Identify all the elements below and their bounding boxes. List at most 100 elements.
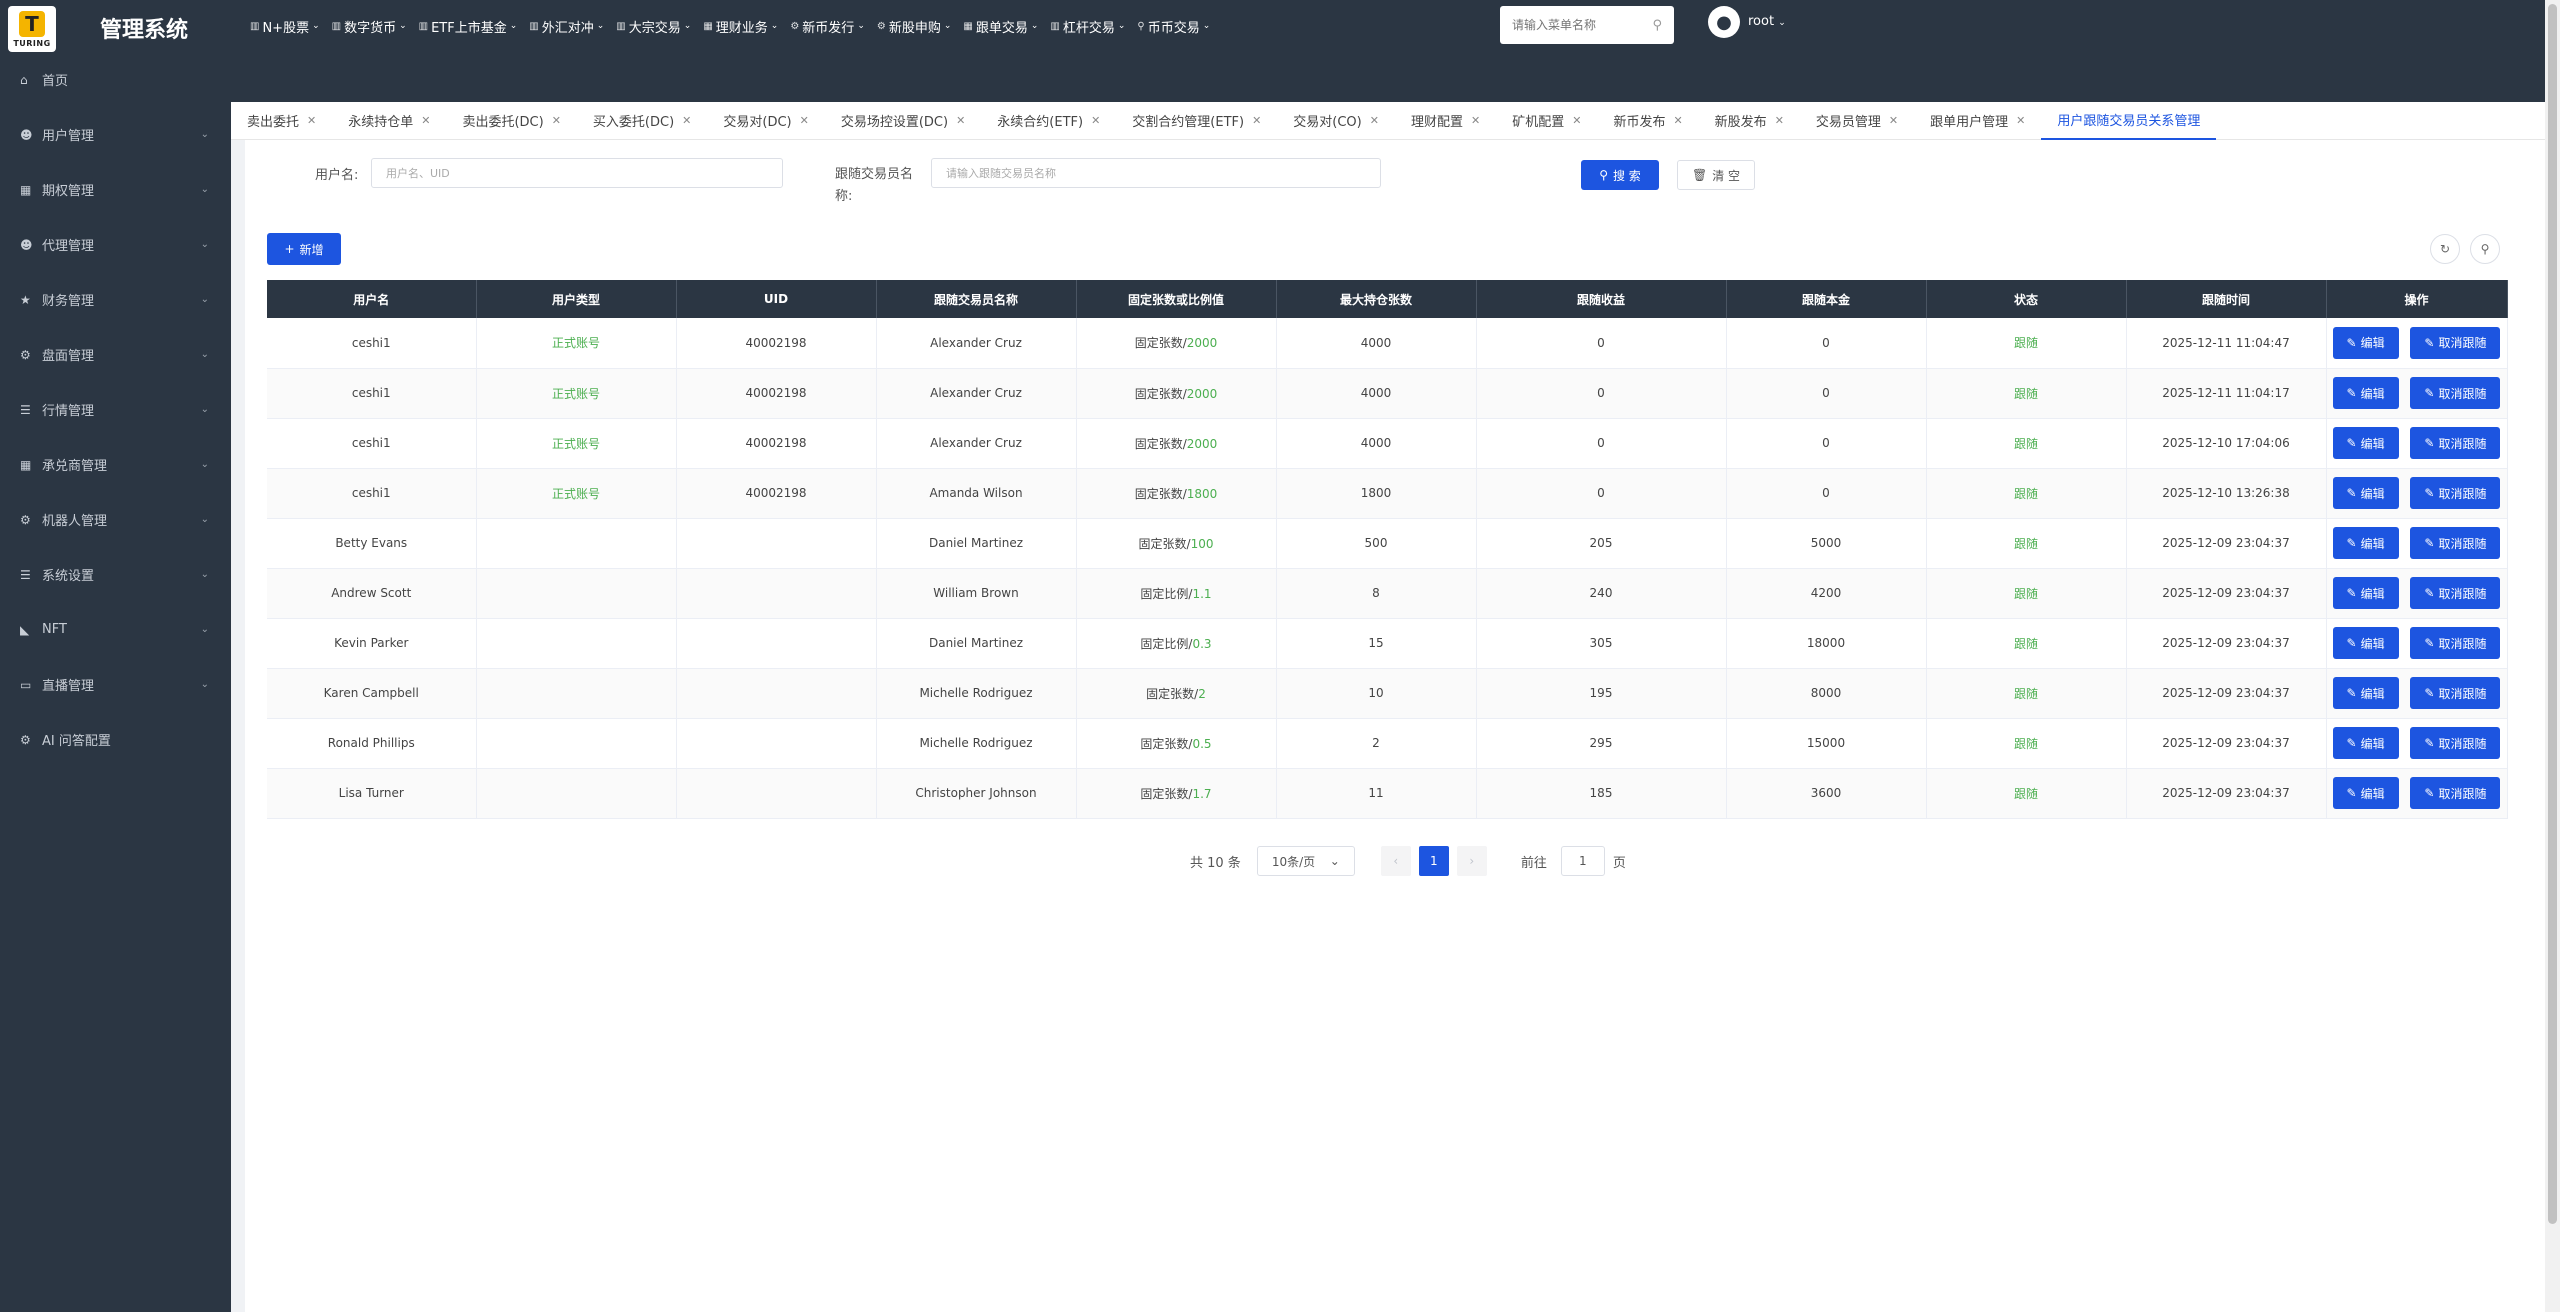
cell-profit: 305 — [1476, 618, 1727, 669]
refresh-button[interactable]: ↻ — [2430, 234, 2460, 264]
close-icon[interactable]: ✕ — [307, 114, 316, 127]
scrollbar-thumb[interactable] — [2548, 4, 2557, 1224]
close-icon[interactable]: ✕ — [1471, 114, 1480, 127]
topnav-item[interactable]: ▦ 跟单交易 ⌄ — [963, 14, 1050, 38]
close-icon[interactable]: ✕ — [800, 114, 809, 127]
next-page-button[interactable]: › — [1456, 846, 1487, 876]
close-icon[interactable]: ✕ — [1572, 114, 1581, 127]
tab[interactable]: 交割合约管理(ETF) ✕ — [1116, 102, 1277, 140]
tab[interactable]: 理财配置 ✕ — [1395, 102, 1496, 140]
cancel-follow-button[interactable]: ✎ 取消跟随 — [2410, 727, 2501, 759]
topnav-item[interactable]: ▥ 数字货币 ⌄ — [332, 14, 419, 38]
tab[interactable]: 交易对(DC) ✕ — [707, 102, 824, 140]
mode-label: 固定张数/ — [1140, 786, 1193, 801]
trader-filter-input[interactable]: 请输入跟随交易员名称 — [931, 158, 1381, 188]
edit-button[interactable]: ✎ 编辑 — [2332, 677, 2399, 709]
goto-page-input[interactable]: 1 — [1560, 846, 1605, 876]
prev-page-button[interactable]: ‹ — [1380, 846, 1411, 876]
sidebar-item[interactable]: ⚙ AI 问答配置 — [0, 712, 231, 767]
topnav-item[interactable]: ▥ 杠杆交易 ⌄ — [1050, 14, 1137, 38]
sidebar-item[interactable]: ☰ 系统设置 ⌄ — [0, 547, 231, 602]
chevron-down-icon: ⌄ — [509, 21, 518, 31]
edit-button[interactable]: ✎ 编辑 — [2332, 577, 2399, 609]
page-scrollbar[interactable] — [2545, 0, 2560, 1312]
cancel-follow-button[interactable]: ✎ 取消跟随 — [2410, 527, 2501, 559]
add-button[interactable]: + 新增 — [267, 233, 341, 265]
cancel-follow-button[interactable]: ✎ 取消跟随 — [2410, 777, 2501, 809]
search-button-label: 搜 索 — [1612, 168, 1641, 183]
topnav-item[interactable]: ▥ N+股票 ⌄ — [250, 14, 332, 38]
cancel-follow-button[interactable]: ✎ 取消跟随 — [2410, 577, 2501, 609]
cancel-follow-button[interactable]: ✎ 取消跟随 — [2410, 677, 2501, 709]
sidebar-item[interactable]: ▦ 期权管理 ⌄ — [0, 162, 231, 217]
menu-search-input[interactable] — [1512, 18, 1642, 32]
sidebar-item[interactable]: ▭ 直播管理 ⌄ — [0, 657, 231, 712]
topnav-item[interactable]: ▥ ETF上市基金 ⌄ — [419, 14, 530, 38]
cancel-follow-button[interactable]: ✎ 取消跟随 — [2410, 627, 2501, 659]
avatar[interactable]: ● — [1708, 6, 1740, 38]
edit-button[interactable]: ✎ 编辑 — [2332, 777, 2399, 809]
sidebar-item[interactable]: ☰ 行情管理 ⌄ — [0, 382, 231, 437]
close-icon[interactable]: ✕ — [421, 114, 430, 127]
menu-search[interactable]: ⚲ — [1500, 6, 1674, 44]
tab[interactable]: 矿机配置 ✕ — [1496, 102, 1597, 140]
tab[interactable]: 永续持仓单 ✕ — [332, 102, 446, 140]
tab[interactable]: 交易员管理 ✕ — [1800, 102, 1914, 140]
tab[interactable]: 卖出委托 ✕ — [231, 102, 332, 140]
cell-profit: 0 — [1476, 318, 1727, 369]
close-icon[interactable]: ✕ — [552, 114, 561, 127]
tab[interactable]: 永续合约(ETF) ✕ — [981, 102, 1116, 140]
tab[interactable]: 卖出委托(DC) ✕ — [446, 102, 576, 140]
sidebar-item[interactable]: ☻ 用户管理 ⌄ — [0, 107, 231, 162]
reset-button[interactable]: 🗑 清 空 — [1677, 160, 1755, 190]
edit-button[interactable]: ✎ 编辑 — [2332, 727, 2399, 759]
tab[interactable]: 新币发布 ✕ — [1597, 102, 1698, 140]
search-button[interactable]: ⚲ 搜 索 — [1581, 160, 1659, 190]
tab[interactable]: 跟单用户管理 ✕ — [1914, 102, 2041, 140]
tab[interactable]: 交易场控设置(DC) ✕ — [825, 102, 981, 140]
user-menu[interactable]: root ⌄ — [1748, 14, 1786, 29]
sidebar-item[interactable]: ▦ 承兑商管理 ⌄ — [0, 437, 231, 492]
sidebar-item[interactable]: ⌂ 首页 — [0, 52, 231, 107]
close-icon[interactable]: ✕ — [1889, 114, 1898, 127]
toggle-search-button[interactable]: ⚲ — [2470, 234, 2500, 264]
close-icon[interactable]: ✕ — [1370, 114, 1379, 127]
close-icon[interactable]: ✕ — [1091, 114, 1100, 127]
cancel-follow-button[interactable]: ✎ 取消跟随 — [2410, 326, 2501, 359]
topnav-item[interactable]: ▦ 理财业务 ⌄ — [703, 14, 790, 38]
page-number-current[interactable]: 1 — [1418, 846, 1449, 876]
topnav-item[interactable]: ⚲ 币币交易 ⌄ — [1137, 14, 1222, 38]
edit-button[interactable]: ✎ 编辑 — [2332, 477, 2399, 509]
sidebar-item[interactable]: ◣ NFT ⌄ — [0, 602, 231, 657]
page-size-select[interactable]: 10条/页 ⌄ — [1256, 846, 1355, 876]
topnav-item[interactable]: ▥ 外汇对冲 ⌄ — [529, 14, 616, 38]
sidebar-item[interactable]: ⚙ 机器人管理 ⌄ — [0, 492, 231, 547]
sidebar-item[interactable]: ★ 财务管理 ⌄ — [0, 272, 231, 327]
username-filter-input[interactable]: 用户名、UID — [371, 158, 783, 188]
cancel-follow-button[interactable]: ✎ 取消跟随 — [2410, 377, 2501, 409]
edit-button[interactable]: ✎ 编辑 — [2332, 326, 2399, 359]
search-icon[interactable]: ⚲ — [1652, 18, 1662, 33]
topnav-item[interactable]: ▥ 大宗交易 ⌄ — [616, 14, 703, 38]
close-icon[interactable]: ✕ — [1252, 114, 1261, 127]
close-icon[interactable]: ✕ — [682, 114, 691, 127]
topnav-item[interactable]: ⚙ 新币发行 ⌄ — [790, 14, 877, 38]
tab[interactable]: 买入委托(DC) ✕ — [577, 102, 707, 140]
tab[interactable]: 交易对(CO) ✕ — [1277, 102, 1395, 140]
edit-button[interactable]: ✎ 编辑 — [2332, 427, 2399, 459]
edit-button[interactable]: ✎ 编辑 — [2332, 627, 2399, 659]
edit-button[interactable]: ✎ 编辑 — [2332, 527, 2399, 559]
tab[interactable]: 用户跟随交易员关系管理 — [2041, 102, 2217, 140]
close-icon[interactable]: ✕ — [956, 114, 965, 127]
edit-button[interactable]: ✎ 编辑 — [2332, 377, 2399, 409]
close-icon[interactable]: ✕ — [2016, 114, 2025, 127]
cancel-follow-button[interactable]: ✎ 取消跟随 — [2410, 477, 2501, 509]
sidebar-item[interactable]: ⚙ 盘面管理 ⌄ — [0, 327, 231, 382]
sidebar-item[interactable]: ☻ 代理管理 ⌄ — [0, 217, 231, 272]
topnav-item[interactable]: ⚙ 新股申购 ⌄ — [877, 14, 964, 38]
tab[interactable]: 新股发布 ✕ — [1699, 102, 1800, 140]
chart-icon: ▥ — [616, 20, 626, 32]
close-icon[interactable]: ✕ — [1673, 114, 1682, 127]
cancel-follow-button[interactable]: ✎ 取消跟随 — [2410, 427, 2501, 459]
close-icon[interactable]: ✕ — [1775, 114, 1784, 127]
